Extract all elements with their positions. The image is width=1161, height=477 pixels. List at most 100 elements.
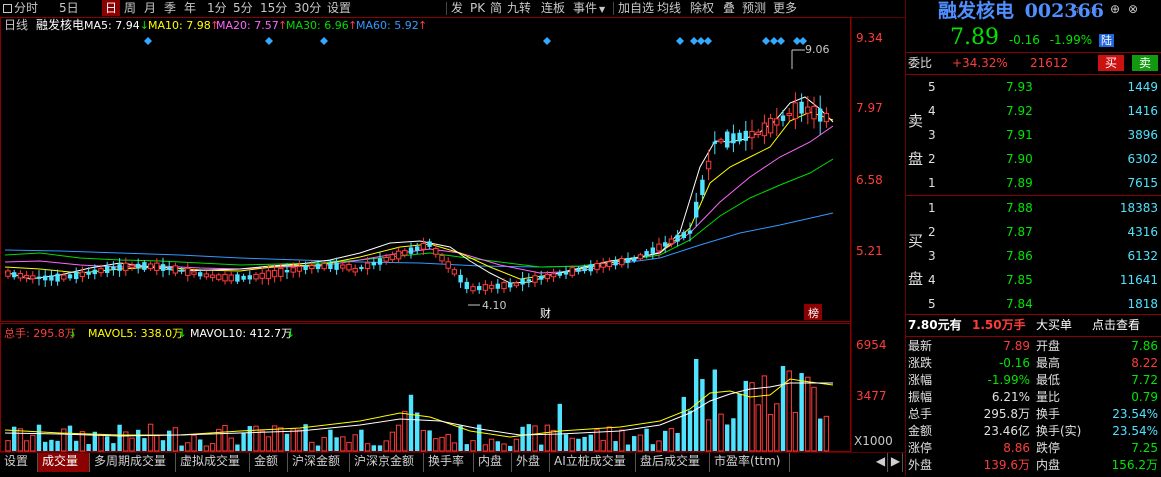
volume-bar[interactable] — [668, 428, 675, 452]
candle-body[interactable] — [550, 273, 557, 278]
candle-body[interactable] — [433, 248, 439, 255]
candle-body[interactable] — [98, 268, 104, 274]
event-marker-icon[interactable] — [697, 37, 705, 45]
candle-body[interactable] — [439, 254, 445, 262]
tab-volume[interactable]: 成交量 — [38, 453, 90, 472]
candle-body[interactable] — [588, 264, 593, 272]
volume-bar[interactable] — [105, 436, 110, 451]
candle-body[interactable] — [625, 258, 631, 263]
volume-bar[interactable] — [185, 442, 191, 452]
candle-body[interactable] — [105, 265, 110, 274]
candle-body[interactable] — [235, 274, 240, 282]
volume-bar[interactable] — [792, 411, 799, 452]
volume-bar[interactable] — [737, 393, 742, 451]
candle-body[interactable] — [117, 264, 122, 271]
volume-bar[interactable] — [582, 436, 587, 451]
candle-body[interactable] — [582, 267, 587, 272]
volume-bar[interactable] — [501, 443, 507, 452]
earnings-marker[interactable]: 财 — [540, 306, 551, 320]
volume-bar[interactable] — [5, 440, 11, 452]
candle-body[interactable] — [185, 267, 191, 276]
volume-bar[interactable] — [451, 442, 458, 452]
volume-bar[interactable] — [433, 438, 439, 452]
volume-bar[interactable] — [290, 428, 296, 452]
candle-body[interactable] — [222, 273, 228, 282]
candle-body[interactable] — [725, 131, 730, 148]
tab-weekly[interactable]: 周 — [121, 0, 139, 16]
candle-body[interactable] — [228, 274, 234, 282]
candle-body[interactable] — [737, 132, 742, 142]
volume-bar[interactable] — [408, 394, 414, 451]
kline-svg[interactable]: 日线 融发核电 MA5: 7.94 ↓MA10: 7.98 ↑MA20: 7.57 ↑… — [0, 2, 905, 458]
ma-legend-item[interactable]: MA20: 7.57 — [216, 19, 279, 32]
candle-body[interactable] — [681, 232, 686, 238]
volume-bar[interactable] — [415, 412, 420, 451]
volume-bar[interactable] — [656, 440, 662, 452]
candle-body[interactable] — [154, 262, 160, 271]
volume-bar[interactable] — [767, 414, 774, 452]
order-level-row[interactable]: 2 7.90 6302 — [906, 149, 1161, 169]
candle-body[interactable] — [526, 279, 531, 282]
volume-bar[interactable] — [49, 439, 54, 451]
candle-body[interactable] — [557, 272, 562, 276]
candle-body[interactable] — [477, 286, 482, 291]
candle-body[interactable] — [731, 133, 736, 144]
candle-body[interactable] — [74, 271, 79, 280]
order-level-row[interactable]: 1 7.88 18383 — [906, 198, 1161, 218]
event-marker-icon[interactable] — [265, 37, 273, 45]
close-circle-icon[interactable]: ⊗ — [1128, 2, 1138, 16]
volume-bar[interactable] — [588, 434, 593, 451]
tab-intraday[interactable]: 分时 — [0, 0, 41, 16]
volume-bar[interactable] — [284, 433, 290, 451]
volume-bar[interactable] — [805, 376, 811, 452]
volume-bar[interactable] — [328, 429, 333, 451]
tab-30min[interactable]: 30分 — [291, 0, 324, 16]
volume-bar[interactable] — [811, 386, 817, 452]
candle-body[interactable] — [600, 263, 606, 268]
candle-body[interactable] — [271, 270, 278, 278]
volume-bar[interactable] — [520, 426, 525, 451]
candle-body[interactable] — [780, 115, 786, 121]
volume-bar[interactable] — [315, 445, 321, 451]
volume-bar[interactable] — [235, 444, 240, 451]
candle-body[interactable] — [445, 261, 451, 269]
volume-bar[interactable] — [625, 444, 631, 451]
volume-bar[interactable] — [749, 382, 755, 452]
candle-body[interactable] — [576, 268, 581, 272]
ma-legend-item[interactable]: MA30: 6.96 — [286, 19, 349, 32]
order-level-row[interactable]: 5 7.84 1818 — [906, 294, 1161, 314]
candle-body[interactable] — [167, 266, 172, 270]
volume-bar[interactable] — [117, 424, 122, 451]
volume-bar[interactable] — [296, 429, 303, 452]
candle-body[interactable] — [340, 264, 346, 269]
volume-bar[interactable] — [359, 429, 364, 451]
volume-bar[interactable] — [55, 440, 60, 451]
candle-body[interactable] — [482, 284, 489, 291]
volume-bar[interactable] — [594, 429, 600, 452]
order-level-row[interactable]: 3 7.91 3896 — [906, 125, 1161, 145]
candle-body[interactable] — [644, 251, 649, 257]
candle-body[interactable] — [767, 117, 774, 134]
volume-bar[interactable] — [718, 413, 724, 452]
volume-bar[interactable] — [644, 428, 649, 451]
volume-bar[interactable] — [427, 430, 432, 451]
tab-1min[interactable]: 1分 — [204, 0, 230, 16]
candle-body[interactable] — [172, 265, 179, 274]
candle-body[interactable] — [209, 274, 216, 279]
candle-body[interactable] — [650, 247, 655, 254]
candle-body[interactable] — [377, 258, 383, 265]
candle-body[interactable] — [501, 282, 507, 290]
volume-bar[interactable] — [445, 433, 451, 452]
volume-bar[interactable] — [712, 369, 717, 451]
candle-body[interactable] — [718, 139, 724, 143]
candle-body[interactable] — [823, 112, 830, 123]
candle-body[interactable] — [352, 267, 358, 273]
volume-bar[interactable] — [228, 437, 234, 452]
volume-bar[interactable] — [98, 434, 104, 452]
volume-bar[interactable] — [247, 426, 252, 451]
volume-bar[interactable] — [136, 429, 141, 451]
tab-5min[interactable]: 5分 — [230, 0, 256, 16]
volume-bar[interactable] — [637, 434, 644, 452]
order-level-row[interactable]: 1 7.89 7615 — [906, 173, 1161, 193]
candle-body[interactable] — [92, 269, 97, 275]
